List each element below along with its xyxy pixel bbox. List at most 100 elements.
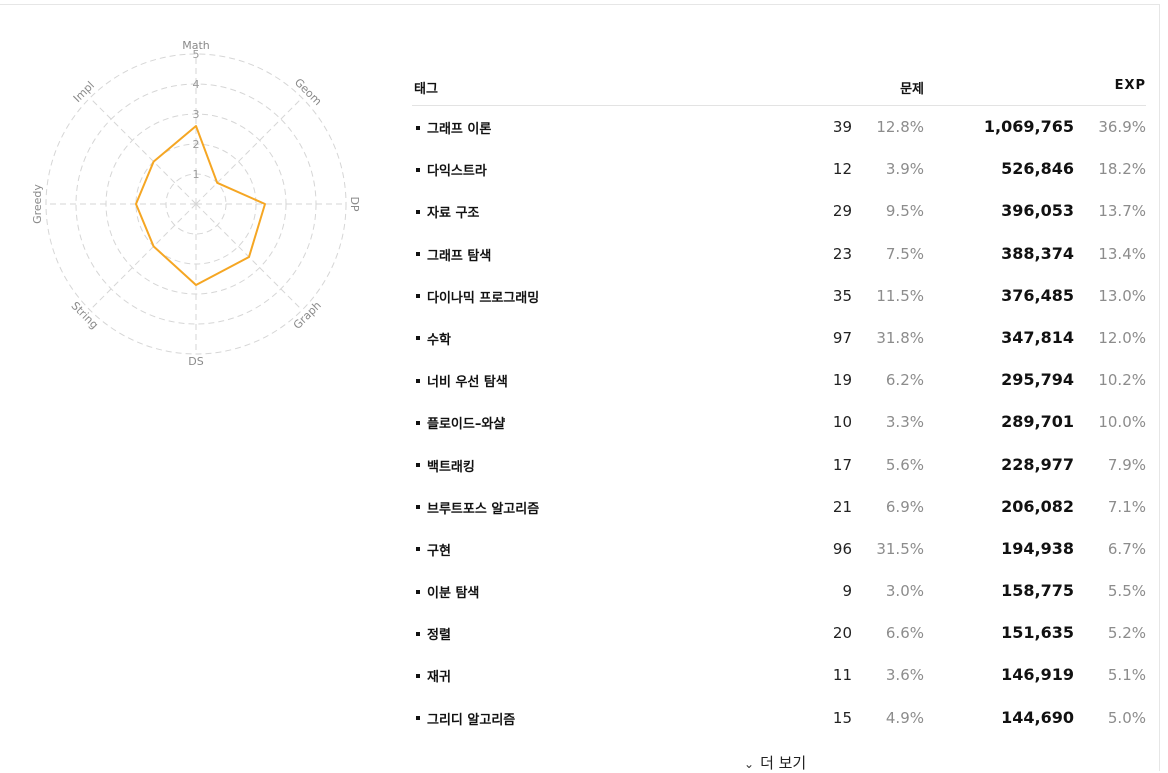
exp-value: 146,919 [1001, 665, 1074, 685]
radar-axis-label: DP [348, 196, 361, 211]
table-row[interactable]: 브루트포스 알고리즘 21 6.9% 206,082 7.1% [412, 486, 1146, 528]
header-exp: EXP [1114, 78, 1146, 93]
exp-value: 194,938 [1001, 538, 1074, 558]
problem-percent: 3.9% [885, 160, 924, 179]
exp-percent: 7.1% [1107, 497, 1146, 516]
tag-name-text: 그래프 이론 [427, 122, 492, 137]
problem-percent: 4.9% [885, 708, 924, 727]
tag-name[interactable]: 플로이드–와샬 [416, 413, 505, 432]
radar-spokes [46, 54, 346, 354]
problem-percent: 11.5% [876, 286, 924, 305]
problem-count: 29 [832, 202, 852, 221]
exp-percent: 10.0% [1098, 413, 1146, 432]
tag-name[interactable]: 그래프 탐색 [416, 245, 491, 264]
bullet-icon [416, 125, 420, 130]
tag-name-text: 정렬 [427, 628, 451, 644]
tag-name[interactable]: 다익스트라 [416, 160, 487, 179]
problem-count: 12 [832, 160, 852, 179]
bullet-icon [416, 505, 420, 510]
problem-percent: 6.6% [885, 624, 924, 643]
table-row[interactable]: 구현 96 31.5% 194,938 6.7% [412, 528, 1146, 570]
table-row[interactable]: 이분 탐색 9 3.0% 158,775 5.5% [412, 570, 1146, 612]
bullet-icon [416, 167, 420, 172]
tag-name[interactable]: 브루트포스 알고리즘 [416, 498, 539, 517]
problem-count: 11 [832, 666, 852, 685]
tag-name[interactable]: 자료 구조 [416, 202, 479, 221]
table-header: 태그 문제 EXP [412, 70, 1146, 106]
tag-name[interactable]: 그리디 알고리즘 [416, 709, 515, 728]
bullet-icon [416, 378, 420, 383]
tag-name-text: 다익스트라 [427, 164, 487, 180]
show-more-button[interactable]: ⌄ 더 보기 [744, 752, 806, 773]
tag-name[interactable]: 이분 탐색 [416, 582, 479, 601]
bullet-icon [416, 294, 420, 299]
problem-count: 96 [832, 539, 852, 558]
tag-name[interactable]: 너비 우선 탐색 [416, 371, 508, 390]
tag-name[interactable]: 백트래킹 [416, 456, 475, 475]
table-row[interactable]: 다익스트라 12 3.9% 526,846 18.2% [412, 148, 1146, 190]
radar-value-polygon [135, 125, 266, 286]
exp-value: 526,846 [1001, 159, 1074, 179]
header-problems: 문제 [900, 82, 924, 97]
exp-value: 289,701 [1001, 412, 1074, 432]
problem-percent: 6.9% [885, 497, 924, 516]
exp-percent: 13.4% [1098, 244, 1146, 263]
table-row[interactable]: 다이나믹 프로그래밍 35 11.5% 376,485 13.0% [412, 275, 1146, 317]
table-row[interactable]: 재귀 11 3.6% 146,919 5.1% [412, 654, 1146, 696]
problem-count: 10 [832, 413, 852, 432]
tag-name[interactable]: 그래프 이론 [416, 118, 491, 137]
tag-name[interactable]: 재귀 [416, 666, 451, 685]
table-row[interactable]: 플로이드–와샬 10 3.3% 289,701 10.0% [412, 401, 1146, 443]
problem-percent: 31.5% [876, 539, 924, 558]
table-body: 그래프 이론 39 12.8% 1,069,765 36.9% 다익스트라 12 3.9% 52… [412, 106, 1146, 739]
exp-value: 1,069,765 [983, 117, 1074, 136]
problem-percent: 3.0% [885, 582, 924, 601]
table-row[interactable]: 그래프 이론 39 12.8% 1,069,765 36.9% [412, 106, 1146, 148]
bullet-icon [416, 463, 420, 467]
problem-percent: 6.2% [885, 371, 924, 390]
tag-name-text: 재귀 [427, 670, 451, 686]
tag-name[interactable]: 정렬 [416, 624, 451, 643]
problem-percent: 3.3% [885, 413, 924, 432]
radar-axis-label: DS [188, 355, 203, 368]
chevron-down-icon: ⌄ [744, 757, 755, 771]
tag-name-text: 플로이드–와샬 [427, 417, 506, 433]
tag-name-text: 너비 우선 탐색 [427, 375, 508, 391]
table-row[interactable]: 정렬 20 6.6% 151,635 5.2% [412, 612, 1146, 654]
problem-percent: 3.6% [885, 666, 924, 685]
table-row[interactable]: 너비 우선 탐색 19 6.2% 295,794 10.2% [412, 359, 1146, 401]
table-row[interactable]: 백트래킹 17 5.6% 228,977 7.9% [412, 444, 1146, 486]
show-more-label: 더 보기 [760, 754, 807, 772]
tag-name-text: 백트래킹 [427, 459, 475, 475]
tag-name[interactable]: 다이나믹 프로그래밍 [416, 287, 539, 306]
exp-percent: 13.7% [1098, 202, 1146, 221]
radar-tick-label: 4 [193, 78, 200, 91]
exp-value: 158,775 [1001, 581, 1074, 601]
table-row[interactable]: 그래프 탐색 23 7.5% 388,374 13.4% [412, 233, 1146, 275]
bullet-icon [416, 420, 420, 425]
exp-percent: 7.9% [1107, 455, 1146, 474]
tag-name[interactable]: 구현 [416, 540, 451, 559]
bullet-icon [416, 547, 420, 552]
radar-axis-label: Math [182, 39, 210, 52]
tag-name-text: 브루트포스 알고리즘 [427, 501, 540, 517]
bullet-icon [416, 252, 420, 257]
tag-name-text: 그리디 알고리즘 [427, 712, 516, 728]
tag-name-text: 자료 구조 [427, 206, 480, 222]
bullet-icon [416, 716, 420, 721]
problem-count: 20 [832, 624, 852, 643]
table-row[interactable]: 수학 97 31.8% 347,814 12.0% [412, 317, 1146, 359]
exp-percent: 6.7% [1107, 539, 1146, 558]
table-row[interactable]: 자료 구조 29 9.5% 396,053 13.7% [412, 190, 1146, 232]
exp-percent: 5.5% [1107, 582, 1146, 601]
problem-percent: 9.5% [885, 202, 924, 221]
exp-value: 144,690 [1001, 707, 1074, 727]
exp-percent: 36.9% [1098, 118, 1146, 136]
tag-name-text: 그래프 탐색 [427, 248, 492, 264]
tag-name-text: 구현 [427, 543, 451, 559]
problem-count: 9 [842, 582, 852, 601]
exp-percent: 12.0% [1098, 328, 1146, 347]
tag-name[interactable]: 수학 [416, 329, 451, 348]
bullet-icon [416, 589, 420, 594]
table-row[interactable]: 그리디 알고리즘 15 4.9% 144,690 5.0% [412, 697, 1146, 739]
